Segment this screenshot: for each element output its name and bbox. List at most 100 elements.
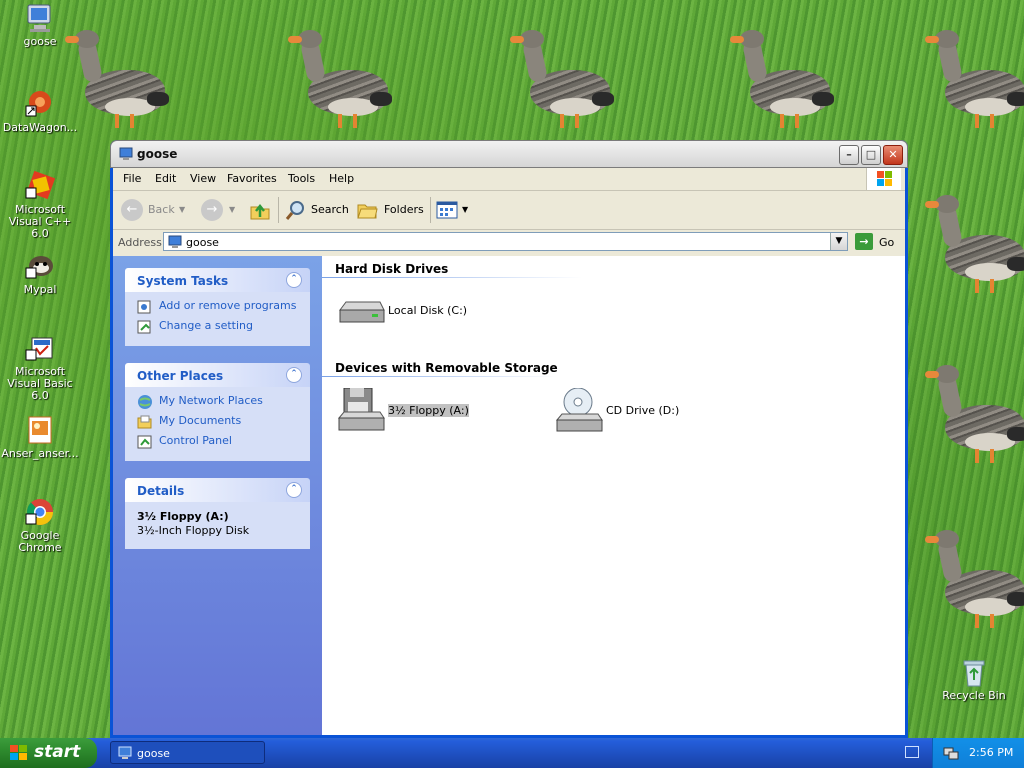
title-bar[interactable]: goose – □ ✕: [110, 140, 908, 168]
control-panel-icon: [137, 434, 153, 450]
menu-tools[interactable]: Tools: [288, 172, 315, 185]
address-dropdown-button[interactable]: ▼: [830, 233, 847, 250]
mypal-icon: [24, 250, 56, 282]
details-header[interactable]: Details ⌃: [125, 478, 310, 502]
maximize-button[interactable]: □: [861, 145, 881, 165]
datawagon-icon: [24, 88, 56, 120]
visual-cpp-icon: [24, 170, 56, 202]
other-places-header[interactable]: Other Places ⌃: [125, 363, 310, 387]
system-tasks-panel: System Tasks ⌃ Add or remove programs Ch…: [125, 268, 310, 346]
desktop-icon-recycle-bin[interactable]: Recycle Bin: [934, 656, 1014, 702]
desktop-icon-visual-basic[interactable]: Microsoft Visual Basic 6.0: [0, 332, 80, 402]
control-panel-link[interactable]: Control Panel: [137, 433, 300, 453]
desktop-icon-anser-image[interactable]: Anser_anser...: [0, 414, 80, 460]
menu-file[interactable]: File: [123, 172, 141, 185]
search-icon: [285, 201, 304, 220]
desktop-icon-goose[interactable]: goose: [0, 2, 80, 48]
computer-icon: [119, 147, 133, 161]
desktop-icon-datawagon[interactable]: DataWagon...: [0, 88, 80, 134]
address-input[interactable]: goose ▼: [163, 232, 848, 251]
floppy-drive-icon: [337, 388, 385, 431]
task-pane: System Tasks ⌃ Add or remove programs Ch…: [113, 256, 322, 735]
documents-icon: [137, 414, 153, 430]
folders-button[interactable]: Folders: [356, 199, 424, 221]
wallpaper-goose: [510, 30, 614, 130]
menu-bar: File Edit View Favorites Tools Help: [113, 168, 905, 191]
forward-arrow-icon: →: [201, 199, 223, 221]
chrome-icon: [24, 496, 56, 528]
menu-favorites[interactable]: Favorites: [227, 172, 277, 185]
desktop-icon-mypal[interactable]: Mypal: [0, 250, 80, 296]
image-file-icon: [24, 414, 56, 446]
toolbar: ← Back ▼ → ▼ Search Folders ▼: [113, 191, 905, 230]
chevron-down-icon: ▼: [462, 205, 469, 214]
toolbar-separator: [430, 197, 431, 223]
menu-view[interactable]: View: [190, 172, 216, 185]
menu-edit[interactable]: Edit: [155, 172, 176, 185]
keyboard-icon[interactable]: [905, 746, 919, 758]
network-tray-icon[interactable]: [943, 745, 959, 764]
my-documents-link[interactable]: My Documents: [137, 413, 300, 433]
hard-disk-icon: [339, 301, 385, 323]
details-description: 3½-Inch Floppy Disk: [137, 524, 250, 537]
back-button[interactable]: ← Back ▼: [121, 199, 189, 221]
collapse-chevron-icon[interactable]: ⌃: [286, 367, 302, 383]
system-tasks-header[interactable]: System Tasks ⌃: [125, 268, 310, 292]
visual-basic-icon: [24, 332, 56, 364]
drive-item-cd-d[interactable]: CD Drive (D:): [554, 388, 694, 436]
forward-button[interactable]: → ▼: [201, 199, 239, 221]
wallpaper-goose: [730, 30, 834, 130]
collapse-chevron-icon[interactable]: ⌃: [286, 482, 302, 498]
address-label: Address: [118, 236, 162, 249]
main-pane: Hard Disk Drives Local Disk (C:) Devices…: [322, 256, 905, 735]
group-divider: [322, 376, 557, 377]
my-network-places-link[interactable]: My Network Places: [137, 393, 300, 413]
up-folder-button[interactable]: [249, 199, 273, 221]
menu-help[interactable]: Help: [329, 172, 354, 185]
close-button[interactable]: ✕: [883, 145, 903, 165]
chevron-down-icon: ▼: [179, 205, 186, 214]
toolbar-separator: [278, 197, 279, 223]
wallpaper-goose: [925, 30, 1024, 130]
go-arrow-icon: →: [855, 233, 873, 250]
windows-logo-icon: [866, 168, 901, 190]
wallpaper-goose: [925, 365, 1024, 465]
start-button[interactable]: start: [0, 738, 97, 768]
group-divider: [322, 277, 582, 278]
drive-item-local-disk-c[interactable]: Local Disk (C:): [336, 288, 476, 336]
wallpaper-goose: [925, 530, 1024, 630]
taskbar-item-goose[interactable]: goose: [110, 741, 265, 764]
up-folder-icon: [250, 203, 270, 220]
settings-icon: [137, 319, 153, 335]
views-button[interactable]: ▼: [436, 199, 470, 221]
chevron-down-icon: ▼: [229, 205, 236, 214]
group-hard-disk-drives: Hard Disk Drives: [335, 262, 449, 276]
content-area: System Tasks ⌃ Add or remove programs Ch…: [113, 256, 905, 735]
computer-icon: [168, 235, 182, 252]
details-panel: Details ⌃ 3½ Floppy (A:) 3½-Inch Floppy …: [125, 478, 310, 549]
back-arrow-icon: ←: [121, 199, 143, 221]
collapse-chevron-icon[interactable]: ⌃: [286, 272, 302, 288]
change-setting-link[interactable]: Change a setting: [137, 318, 300, 338]
explorer-window: goose – □ ✕ File Edit View Favorites Too…: [110, 140, 908, 738]
group-removable-storage: Devices with Removable Storage: [335, 361, 558, 375]
add-remove-programs-link[interactable]: Add or remove programs: [137, 298, 300, 318]
search-button[interactable]: Search: [284, 199, 349, 221]
wallpaper-goose: [925, 195, 1024, 295]
cd-drive-icon: [555, 388, 603, 432]
programs-icon: [137, 299, 153, 315]
views-icon: [436, 201, 458, 219]
computer-icon: [118, 746, 132, 763]
drive-item-floppy-a[interactable]: 3½ Floppy (A:): [336, 388, 486, 436]
window-client: File Edit View Favorites Tools Help ← Ba…: [113, 168, 905, 735]
wallpaper-goose: [288, 30, 392, 130]
clock[interactable]: 2:56 PM: [969, 746, 1013, 759]
system-tray: 2:56 PM: [932, 738, 1024, 768]
desktop-icon-visual-cpp[interactable]: Microsoft Visual C++ 6.0: [0, 170, 80, 240]
minimize-button[interactable]: –: [839, 145, 859, 165]
desktop-icon-chrome[interactable]: Google Chrome: [0, 496, 80, 554]
address-bar: Address goose ▼ → Go: [113, 230, 905, 254]
recycle-bin-icon: [958, 656, 990, 688]
taskbar: start goose 2:56 PM: [0, 738, 1024, 768]
other-places-panel: Other Places ⌃ My Network Places My Docu…: [125, 363, 310, 461]
